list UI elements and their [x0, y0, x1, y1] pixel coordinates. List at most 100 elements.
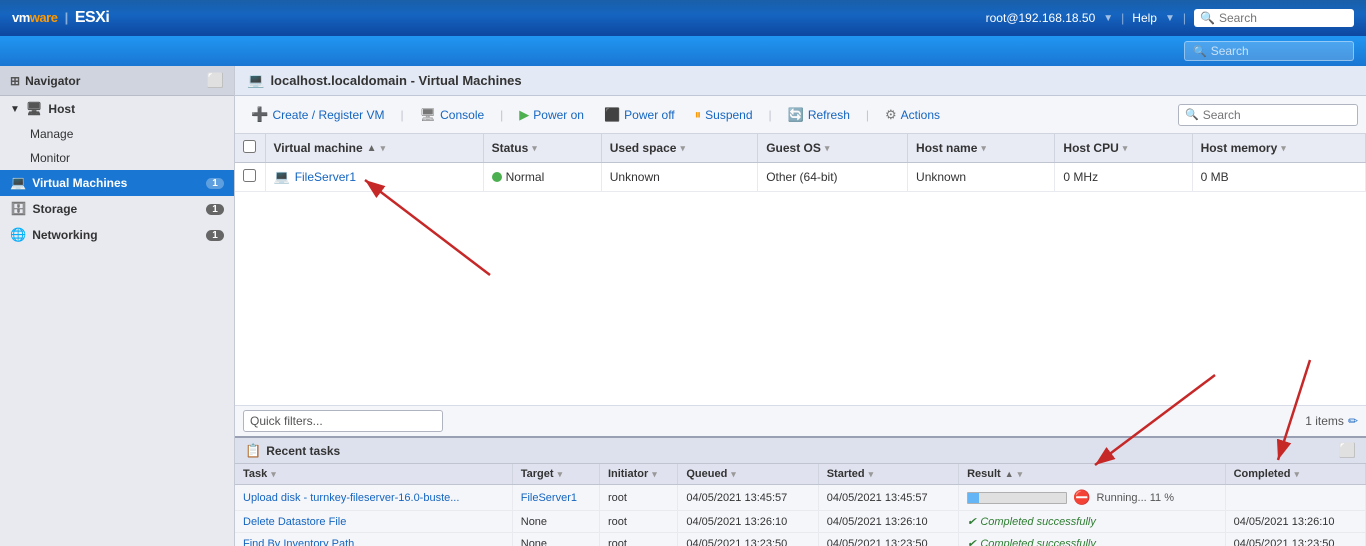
- sidebar-item-manage[interactable]: Manage: [0, 122, 234, 146]
- guest-os-col-sort[interactable]: Guest OS ▾: [766, 141, 899, 155]
- task-link[interactable]: Find By Inventory Path: [243, 538, 354, 546]
- result-sort-asc-icon: ▲: [1005, 469, 1014, 479]
- completed-col-header[interactable]: Completed ▾: [1225, 464, 1365, 485]
- result-running: ⛔ Running... 11 %: [967, 489, 1217, 506]
- refresh-icon: 🔄: [788, 107, 804, 123]
- row-checkbox[interactable]: [243, 169, 256, 182]
- completed-sort-icon: ▾: [1294, 469, 1299, 480]
- navigator-label: ⊞ Navigator: [10, 74, 80, 88]
- create-icon: ➕: [251, 106, 268, 123]
- checkbox-col-header: [235, 134, 265, 163]
- refresh-button[interactable]: 🔄 Refresh: [780, 103, 858, 127]
- task-target-cell: None: [512, 533, 599, 546]
- result-col-sort[interactable]: Result ▲ ▾: [967, 468, 1217, 480]
- vm-col-sort[interactable]: Virtual machine ▲ ▾: [274, 141, 475, 155]
- used-space-col-header[interactable]: Used space ▾: [601, 134, 757, 163]
- target-col-sort[interactable]: Target ▾: [521, 468, 591, 480]
- task-target-link[interactable]: FileServer1: [521, 492, 577, 504]
- queued-col-sort[interactable]: Queued ▾: [686, 468, 809, 480]
- quick-filters-select[interactable]: Quick filters...: [243, 410, 443, 432]
- items-count-text: 1 items: [1305, 414, 1344, 428]
- tasks-title-text: Recent tasks: [266, 444, 340, 458]
- success-icon: ✔: [967, 515, 976, 528]
- suspend-icon: ⏸: [695, 107, 702, 123]
- status-col-sort[interactable]: Status ▾: [492, 141, 593, 155]
- started-col-header[interactable]: Started ▾: [818, 464, 958, 485]
- started-col-sort[interactable]: Started ▾: [827, 468, 950, 480]
- toolbar-search-box[interactable]: 🔍: [1178, 104, 1358, 126]
- initiator-col-sort[interactable]: Initiator ▾: [608, 468, 669, 480]
- power-on-button[interactable]: ▶ Power on: [511, 103, 592, 127]
- sidebar-item-virtual-machines[interactable]: 💻 Virtual Machines 1: [0, 170, 234, 196]
- host-cpu-col-header[interactable]: Host CPU ▾: [1055, 134, 1192, 163]
- task-col-header[interactable]: Task ▾: [235, 464, 512, 485]
- task-queued-cell: 04/05/2021 13:45:57: [678, 485, 818, 511]
- sidebar-item-monitor[interactable]: Monitor: [0, 146, 234, 170]
- create-register-button[interactable]: ➕ Create / Register VM: [243, 102, 392, 127]
- content-header: 💻 localhost.localdomain - Virtual Machin…: [235, 66, 1366, 96]
- queued-col-header[interactable]: Queued ▾: [678, 464, 818, 485]
- sep2: |: [500, 108, 503, 122]
- power-off-button[interactable]: ⬛ Power off: [596, 103, 683, 127]
- separator2: |: [1183, 11, 1186, 25]
- queued-sort-icon: ▾: [731, 469, 736, 480]
- host-memory-cell: 0 MB: [1192, 163, 1365, 192]
- collapse-icon[interactable]: ⬜: [207, 72, 224, 89]
- sidebar-manage-label: Manage: [30, 127, 73, 141]
- task-col-sort[interactable]: Task ▾: [243, 468, 504, 480]
- header-right: root@192.168.18.50 ▼ | Help ▼ | 🔍: [986, 9, 1354, 27]
- target-col-header[interactable]: Target ▾: [512, 464, 599, 485]
- cancel-icon[interactable]: ⛔: [1073, 489, 1090, 506]
- task-started-cell: 04/05/2021 13:26:10: [818, 511, 958, 533]
- task-completed-cell: [1225, 485, 1365, 511]
- completed-col-sort[interactable]: Completed ▾: [1234, 468, 1357, 480]
- status-text: Normal: [506, 170, 545, 184]
- sidebar-monitor-label: Monitor: [30, 151, 70, 165]
- task-result-cell: ✔Completed successfully: [959, 533, 1226, 546]
- header-search-box[interactable]: 🔍: [1194, 9, 1354, 27]
- header-search-input[interactable]: [1219, 11, 1349, 25]
- sidebar-item-storage[interactable]: 🗄 Storage 1: [0, 196, 234, 222]
- result-col-header[interactable]: Result ▲ ▾: [959, 464, 1226, 485]
- edit-icon[interactable]: ✏: [1348, 414, 1358, 428]
- expand-arrow-icon: ▼: [10, 104, 20, 115]
- task-initiator-cell: root: [599, 533, 677, 546]
- console-button[interactable]: 🖥 Console: [412, 103, 493, 127]
- select-all-checkbox[interactable]: [243, 140, 256, 153]
- host-cpu-cell: 0 MHz: [1055, 163, 1192, 192]
- sidebar-item-networking[interactable]: 🌐 Networking 1: [0, 222, 234, 248]
- guest-os-col-header[interactable]: Guest OS ▾: [758, 134, 908, 163]
- result-success: ✔Completed successfully: [967, 515, 1217, 528]
- actions-button[interactable]: ⚙ Actions: [877, 103, 948, 127]
- host-cpu-col-sort[interactable]: Host CPU ▾: [1063, 141, 1183, 155]
- used-space-col-sort[interactable]: Used space ▾: [610, 141, 749, 155]
- suspend-button[interactable]: ⏸ Suspend: [687, 103, 761, 127]
- sub-search-box[interactable]: 🔍: [1184, 41, 1354, 61]
- toolbar-search-icon: 🔍: [1185, 108, 1199, 121]
- host-memory-col-sort[interactable]: Host memory ▾: [1201, 141, 1357, 155]
- vm-col-header[interactable]: Virtual machine ▲ ▾: [265, 134, 483, 163]
- chevron-down-icon: ▾: [381, 143, 386, 154]
- recent-tasks-panel: 📋 Recent tasks ⬜ Task ▾: [235, 436, 1366, 546]
- help-link[interactable]: Help: [1132, 11, 1157, 25]
- sub-search-input[interactable]: [1211, 44, 1351, 58]
- vm-name-link[interactable]: 💻 FileServer1: [274, 169, 475, 185]
- sep1: |: [400, 108, 403, 122]
- user-display[interactable]: root@192.168.18.50: [986, 11, 1096, 25]
- sidebar-item-host[interactable]: ▼ 🖥 Host: [0, 96, 234, 122]
- success-icon: ✔: [967, 537, 976, 546]
- task-link[interactable]: Delete Datastore File: [243, 516, 346, 528]
- status-col-header[interactable]: Status ▾: [483, 134, 601, 163]
- vm-name-text: FileServer1: [295, 170, 356, 184]
- host-name-col-header[interactable]: Host name ▾: [908, 134, 1055, 163]
- host-name-col-sort[interactable]: Host name ▾: [916, 141, 1046, 155]
- toolbar-search-input[interactable]: [1203, 108, 1353, 122]
- table-header-row: Virtual machine ▲ ▾ Status ▾: [235, 134, 1366, 163]
- tasks-collapse-icon[interactable]: ⬜: [1339, 442, 1356, 459]
- host-memory-col-header[interactable]: Host memory ▾: [1192, 134, 1365, 163]
- status-dot: [492, 172, 502, 182]
- sidebar: ⊞ Navigator ⬜ ▼ 🖥 Host Manage Monitor 💻 …: [0, 66, 235, 546]
- task-link[interactable]: Upload disk - turnkey-fileserver-16.0-bu…: [243, 492, 459, 504]
- initiator-col-header[interactable]: Initiator ▾: [599, 464, 677, 485]
- sort-asc-icon: ▲: [367, 143, 377, 154]
